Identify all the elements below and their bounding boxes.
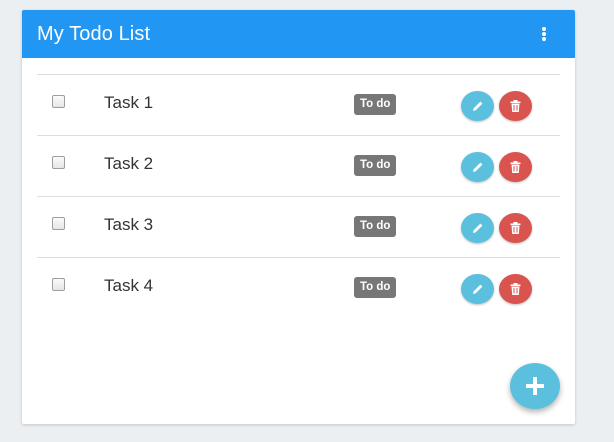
todo-checkbox[interactable] [52,95,65,108]
todo-text: Task 3 [104,215,154,234]
delete-button[interactable] [499,91,532,121]
todo-checkbox[interactable] [52,156,65,169]
edit-button[interactable] [461,152,494,182]
status-badge: To do [354,277,397,298]
list-item: Task 4 To do [37,258,560,319]
pencil-icon [472,101,482,111]
status-badge: To do [354,216,397,237]
todo-checkbox[interactable] [52,278,65,291]
trash-icon [510,100,521,112]
todo-text: Task 4 [104,276,154,295]
status-badge: To do [354,155,397,176]
page-title: My Todo List [37,22,151,45]
list-item: Task 1 To do [37,75,560,136]
todo-text: Task 2 [104,154,154,173]
pencil-icon [472,162,482,172]
edit-button[interactable] [461,91,494,121]
more-vert-icon[interactable] [539,24,549,44]
todo-text: Task 1 [104,93,154,112]
trash-icon [510,283,521,295]
delete-button[interactable] [499,274,532,304]
todo-checkbox[interactable] [52,217,65,230]
todo-card: My Todo List Task 1 To do Task 2 To do T… [22,10,575,424]
card-header: My Todo List [22,10,575,58]
pencil-icon [472,223,482,233]
trash-icon [510,161,521,173]
edit-button[interactable] [461,213,494,243]
pencil-icon [472,284,482,294]
todo-list: Task 1 To do Task 2 To do Task 3 To do T… [37,74,560,319]
status-badge: To do [354,94,397,115]
plus-icon [526,377,544,395]
delete-button[interactable] [499,152,532,182]
list-item: Task 2 To do [37,136,560,197]
add-task-button[interactable] [510,363,560,409]
edit-button[interactable] [461,274,494,304]
list-item: Task 3 To do [37,197,560,258]
delete-button[interactable] [499,213,532,243]
trash-icon [510,222,521,234]
